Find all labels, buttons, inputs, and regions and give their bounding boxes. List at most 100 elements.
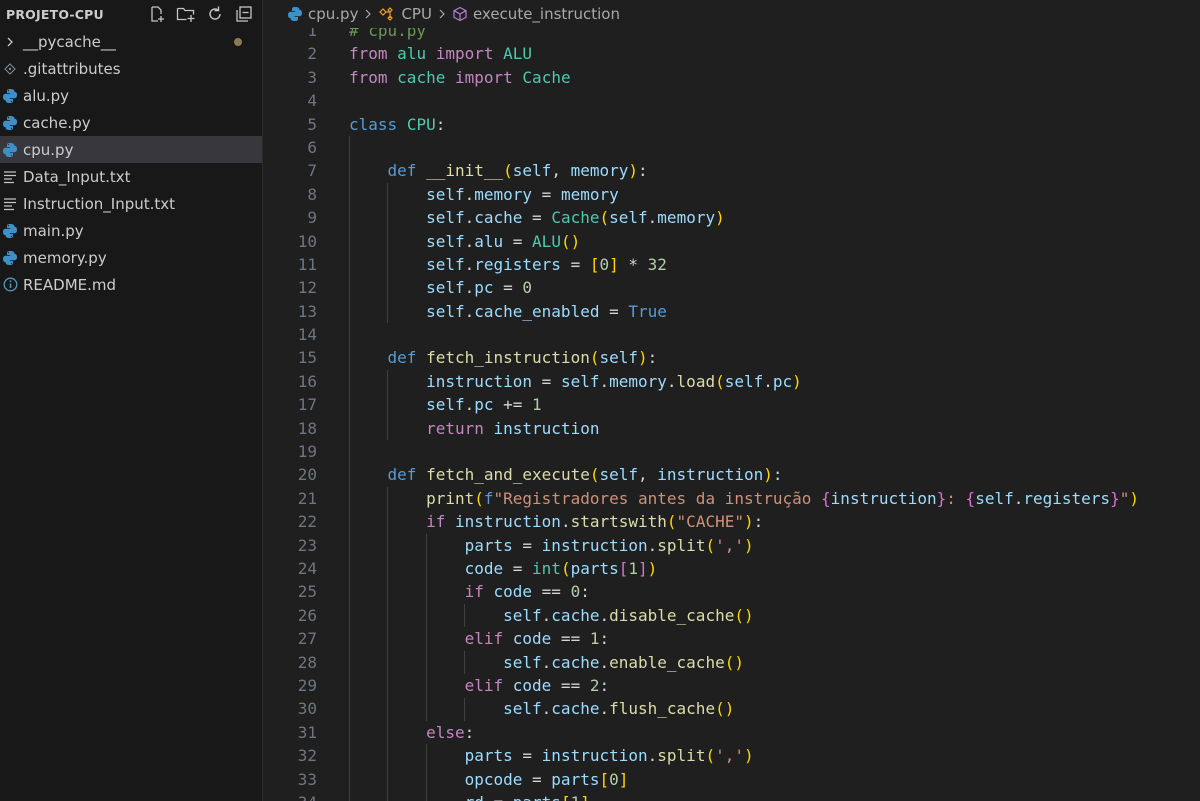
code-token: code [512,629,552,649]
code-token: self [975,488,1014,508]
code-text: parts = instruction.split(',') [349,744,754,767]
tree-item-label: __pycache__ [23,32,116,51]
new-folder-icon[interactable] [176,4,196,24]
code-text: print(f"Registradores antes da instrução… [349,487,1139,510]
code-token: code [512,675,552,695]
python-file-icon [288,7,302,21]
code-token: cache [551,652,600,672]
code-line: 26 self.cache.disable_cache() [263,604,1200,627]
tree-item-cpu-py[interactable]: cpu.py [0,136,262,163]
code-token: ] [580,793,590,801]
code-token: * [618,254,648,274]
line-number: 11 [297,254,317,274]
code-token: : [599,629,610,649]
code-line: 12 self.pc = 0 [263,276,1200,299]
code-token: enable_cache [609,652,725,672]
tree-item-instruction-input-txt[interactable]: Instruction_Input.txt [0,190,262,217]
code-token: [ [561,793,571,801]
explorer-actions [147,4,254,24]
code-line: 30 self.cache.flush_cache() [263,697,1200,720]
breadcrumb-file[interactable]: cpu.py [287,5,358,23]
code-text: from alu import ALU [349,42,532,65]
code-token: 0 [609,769,619,789]
code-token: () [560,231,581,251]
code-text: self.cache = Cache(self.memory) [349,206,725,229]
line-number: 20 [297,465,317,485]
code-token: memory [570,161,629,181]
line-number: 24 [297,558,317,578]
code-text: self.registers = [0] * 32 [349,253,667,276]
code-text: if instruction.startswith("CACHE"): [349,510,763,533]
code-line: 25 if code == 0: [263,580,1200,603]
tree-item-data-input-txt[interactable]: Data_Input.txt [0,163,262,190]
tree-item-cache-py[interactable]: cache.py [0,109,262,136]
code-token: instruction [541,746,648,766]
code-token: 1 [628,558,639,578]
tree-item-label: README.md [23,275,117,294]
code-token: 32 [647,254,667,274]
code-line: 21 print(f"Registradores antes da instru… [263,487,1200,510]
code-token: = [532,371,561,391]
code-token: { [965,488,976,508]
tree-item-alu-py[interactable]: alu.py [0,82,262,109]
code-text: rd = parts[1] [349,791,590,801]
code-token: import [454,67,513,87]
line-number: 14 [297,325,317,345]
tree-item-memory-py[interactable]: memory.py [0,244,262,271]
code-token: ) [628,161,639,181]
code-token: alu [397,44,427,64]
code-token: : [753,512,764,532]
code-token: == [532,582,571,602]
tree-item-label: main.py [23,221,84,240]
code-token: self [599,348,639,368]
code-token: self [426,254,465,274]
code-text: code = int(parts[1]) [349,557,658,580]
code-token: . [560,512,571,532]
code-token: CPU [406,114,436,134]
tree-folder-pycache[interactable]: __pycache__ [0,28,262,55]
code-token: self [426,208,465,228]
breadcrumb-class[interactable]: CPU [378,5,432,23]
code-token: memory [474,184,533,204]
code-token: = [493,278,523,298]
code-token: memory [609,371,667,391]
code-text: def fetch_and_execute(self, instruction)… [349,463,783,486]
refresh-icon[interactable] [205,4,225,24]
breadcrumb-method[interactable]: execute_instruction [452,5,620,23]
tree-item-main-py[interactable]: main.py [0,217,262,244]
code-token: ) [743,512,754,532]
code-token: . [599,699,610,719]
tree-item-gitattributes[interactable]: .gitattributes [0,55,262,82]
code-text: self.memory = memory [349,183,619,206]
code-token: import [435,44,494,64]
code-token: [ [618,558,629,578]
code-text: self.cache.flush_cache() [349,697,734,720]
tree-item-label: cpu.py [23,140,74,159]
tree-item-readme-md[interactable]: README.md [0,271,262,298]
code-token: self [426,231,465,251]
code-text: def __init__(self, memory): [349,159,648,182]
code-token: self [426,184,465,204]
code-token: def [387,161,417,181]
code-token: . [541,652,552,672]
code-line: 33 opcode = parts[0] [263,768,1200,791]
line-number: 33 [297,769,317,789]
new-file-icon[interactable] [147,4,167,24]
code-token: registers [474,254,561,274]
breadcrumb-class-label: CPU [401,5,432,23]
code-token: print [426,488,475,508]
code-token: pc [474,278,494,298]
line-number: 29 [297,675,317,695]
code-token: self [426,301,465,321]
code-editor[interactable]: 1 # cpu.py 2 from alu import ALU 3 from cache… [263,19,1200,801]
collapse-all-icon[interactable] [234,4,254,24]
line-number: 18 [297,418,317,438]
code-line: 18 return instruction [263,417,1200,440]
code-token: () [724,652,744,672]
